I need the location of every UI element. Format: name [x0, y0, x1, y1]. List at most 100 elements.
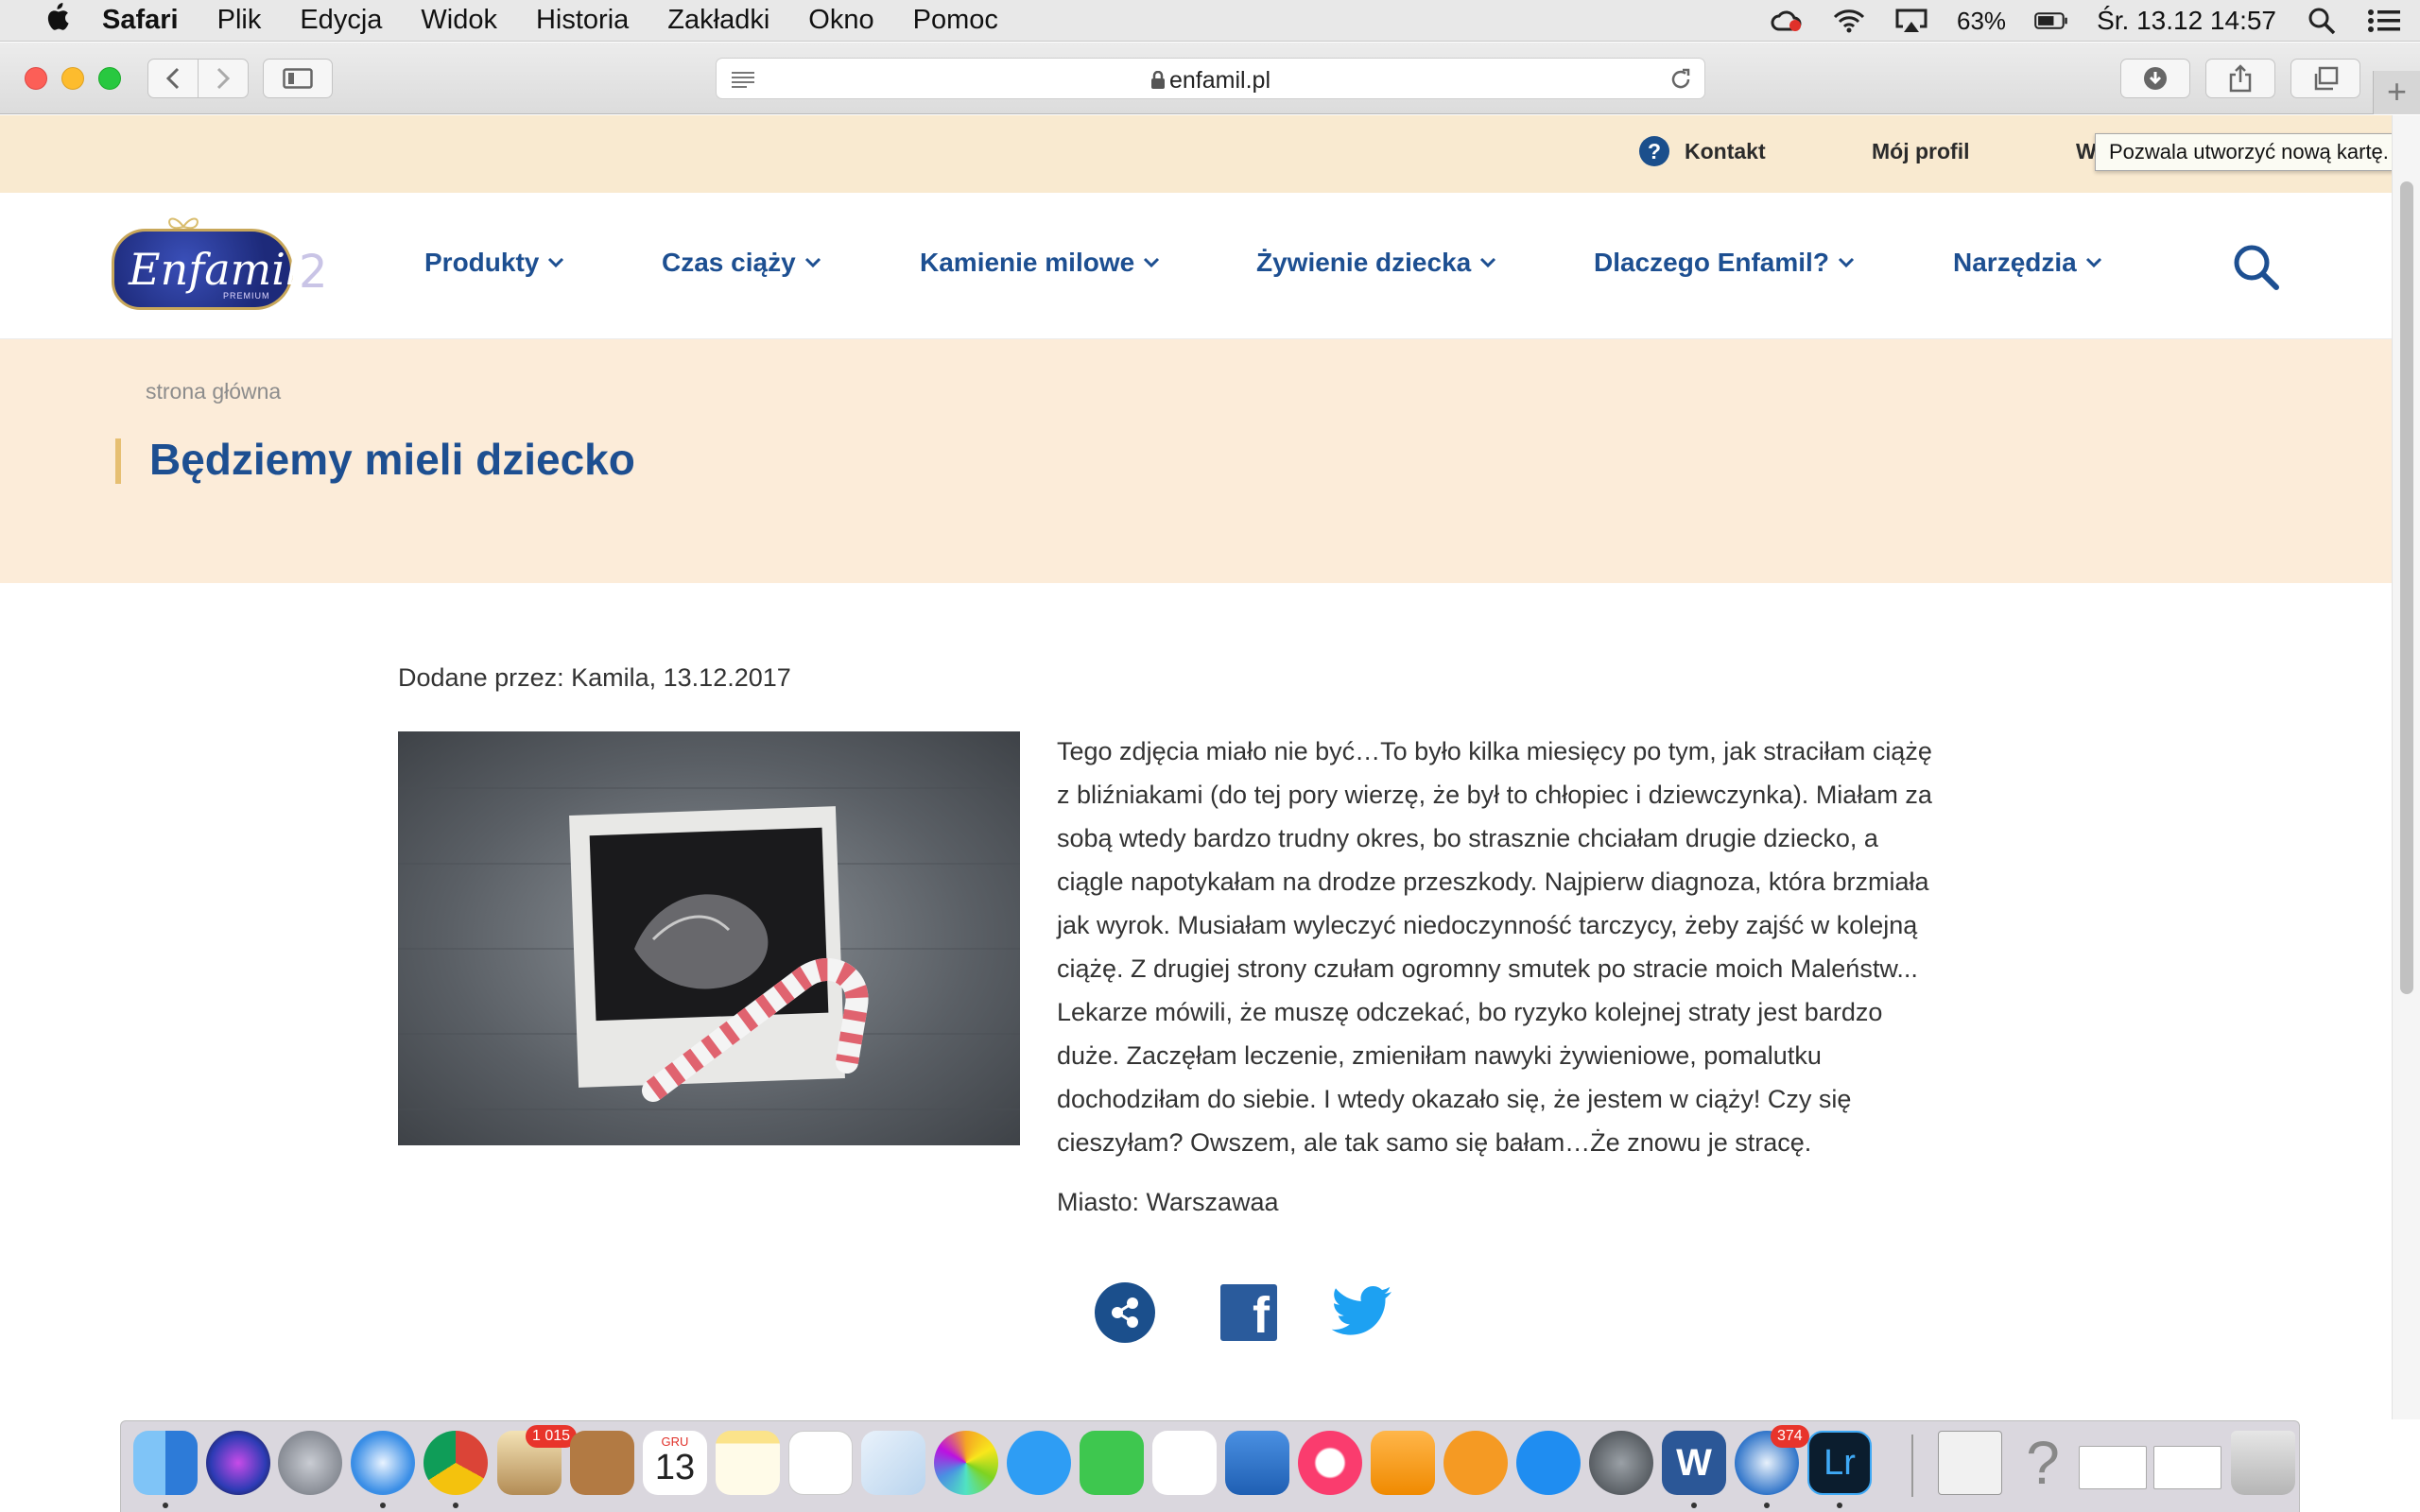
- story-line: cieszyłam? Owszem, ale tak samo się bała…: [1057, 1128, 1812, 1157]
- reminders-icon[interactable]: [788, 1431, 853, 1495]
- enfamil-logo[interactable]: Enfamil PREMIUM 2: [112, 217, 337, 310]
- breadcrumb-home[interactable]: strona główna: [146, 379, 281, 404]
- preview-icon[interactable]: [861, 1431, 925, 1495]
- lightroom-icon[interactable]: Lr: [1807, 1431, 1872, 1495]
- main-navigation: Enfamil PREMIUM 2 Produkty Czas ciąży Ka…: [0, 193, 2392, 339]
- tab-overview-button[interactable]: [2290, 59, 2360, 98]
- spotlight-search-icon[interactable]: [2305, 7, 2339, 35]
- facetime-icon[interactable]: [1080, 1431, 1144, 1495]
- document-stack-icon[interactable]: [1938, 1431, 2002, 1495]
- apple-menu-icon[interactable]: [38, 2, 76, 40]
- menu-help[interactable]: Pomoc: [913, 5, 998, 36]
- nav-products-label: Produkty: [424, 248, 540, 277]
- macos-dock: 1 015 GRU 13 W 374 Lr ?: [120, 1420, 2300, 1512]
- sidebar-toggle-button[interactable]: [263, 59, 333, 98]
- close-window-button[interactable]: [25, 67, 47, 90]
- minimized-window-thumbnail[interactable]: [2153, 1446, 2221, 1489]
- help-stack-icon[interactable]: ?: [2011, 1431, 2075, 1495]
- menu-bookmarks[interactable]: Zakładki: [667, 5, 769, 36]
- nav-pregnancy[interactable]: Czas ciąży: [662, 248, 822, 278]
- menu-app-name[interactable]: Safari: [102, 5, 179, 36]
- address-bar[interactable]: enfamil.pl: [716, 58, 1705, 99]
- chevron-left-icon: [165, 67, 180, 90]
- chrome-icon[interactable]: [424, 1431, 488, 1495]
- keynote-icon[interactable]: [1225, 1431, 1289, 1495]
- nav-milestones[interactable]: Kamienie milowe: [920, 248, 1161, 278]
- question-icon[interactable]: ?: [1639, 136, 1669, 166]
- calendar-icon[interactable]: GRU 13: [643, 1431, 707, 1495]
- menu-view[interactable]: Widok: [421, 5, 497, 36]
- tabs-icon: [2314, 66, 2339, 91]
- nav-products[interactable]: Produkty: [424, 248, 565, 278]
- nav-why-enfamil-label: Dlaczego Enfamil?: [1594, 248, 1829, 277]
- messages-icon[interactable]: [1007, 1431, 1071, 1495]
- story-line: sobą wtedy bardzo trudny okres, bo stras…: [1057, 824, 1878, 852]
- notes-icon[interactable]: [716, 1431, 780, 1495]
- nav-child-nutrition[interactable]: Żywienie dziecka: [1256, 248, 1497, 278]
- plus-icon: +: [2386, 72, 2408, 111]
- menu-window[interactable]: Okno: [808, 5, 873, 36]
- calendar-day: 13: [654, 1448, 696, 1487]
- logo-stage-number: 2: [299, 246, 328, 299]
- story-line: duże. Zaczęłam leczenie, zmieniłam nawyk…: [1057, 1041, 1822, 1070]
- zoom-window-button[interactable]: [98, 67, 121, 90]
- contacts-icon[interactable]: [570, 1431, 634, 1495]
- siri-icon[interactable]: [206, 1431, 270, 1495]
- page-scrollbar[interactable]: [2392, 115, 2420, 1419]
- pages-icon[interactable]: [1371, 1431, 1435, 1495]
- new-tab-button[interactable]: +: [2373, 71, 2420, 114]
- calendar-month: GRU: [661, 1435, 689, 1449]
- word-icon[interactable]: W: [1662, 1431, 1726, 1495]
- truncated-top-link[interactable]: W: [2076, 139, 2097, 164]
- facebook-share-button[interactable]: f: [1220, 1284, 1277, 1341]
- forward-button[interactable]: [198, 59, 249, 98]
- ultrasound-photo-illustration: [398, 787, 1020, 1110]
- chevron-right-icon: [216, 67, 231, 90]
- notification-center-icon[interactable]: [2367, 7, 2401, 35]
- menubar-status-area: 63% Śr. 13.12 14:57: [1770, 0, 2401, 42]
- lock-icon: [1151, 70, 1165, 89]
- system-preferences-icon[interactable]: [1589, 1431, 1653, 1495]
- twitter-icon[interactable]: [1331, 1284, 1393, 1341]
- finder-icon[interactable]: [133, 1431, 198, 1495]
- share-button[interactable]: [1095, 1282, 1155, 1343]
- menu-edit[interactable]: Edycja: [300, 5, 382, 36]
- creative-cloud-icon[interactable]: [1770, 7, 1804, 35]
- logo-premium-text: PREMIUM: [223, 291, 270, 301]
- battery-icon[interactable]: [2034, 7, 2068, 35]
- menubar-clock[interactable]: Śr. 13.12 14:57: [2097, 6, 2276, 36]
- back-button[interactable]: [147, 59, 199, 98]
- menu-history[interactable]: Historia: [536, 5, 629, 36]
- contact-link[interactable]: Kontakt: [1685, 139, 1766, 164]
- scrollbar-thumb[interactable]: [2400, 181, 2413, 994]
- reload-icon[interactable]: [1668, 67, 1693, 92]
- downloads-button[interactable]: [2120, 59, 2190, 98]
- launchpad-icon[interactable]: [278, 1431, 342, 1495]
- trash-icon[interactable]: [2231, 1431, 2295, 1495]
- chevron-down-icon: [1480, 257, 1496, 268]
- url-domain: enfamil.pl: [1169, 67, 1270, 94]
- numbers-icon[interactable]: [1152, 1431, 1217, 1495]
- thunderbird-badge: 374: [1771, 1425, 1809, 1448]
- safari-icon[interactable]: [351, 1431, 415, 1495]
- battery-percent: 63%: [1957, 6, 2007, 35]
- story-text: Tego zdjęcia miało nie być…To było kilka…: [1057, 730, 1979, 1164]
- nav-why-enfamil[interactable]: Dlaczego Enfamil?: [1594, 248, 1856, 278]
- itunes-icon[interactable]: [1298, 1431, 1362, 1495]
- search-icon[interactable]: [2231, 242, 2282, 293]
- running-indicator: [1691, 1503, 1697, 1508]
- app-store-icon[interactable]: [1516, 1431, 1581, 1495]
- story-line: dochodziłam do siebie. I wtedy okazało s…: [1057, 1085, 1852, 1113]
- share-page-button[interactable]: [2205, 59, 2275, 98]
- wifi-icon[interactable]: [1832, 7, 1866, 35]
- my-profile-link[interactable]: Mój profil: [1872, 139, 1969, 164]
- ibooks-icon[interactable]: [1443, 1431, 1508, 1495]
- airplay-icon[interactable]: [1894, 7, 1928, 35]
- running-indicator: [1764, 1503, 1770, 1508]
- menu-file[interactable]: Plik: [217, 5, 262, 36]
- minimized-window-thumbnail[interactable]: [2079, 1446, 2147, 1489]
- minimize-window-button[interactable]: [61, 67, 84, 90]
- photos-icon[interactable]: [934, 1431, 998, 1495]
- nav-tools[interactable]: Narzędzia: [1953, 248, 2103, 278]
- running-indicator: [453, 1503, 458, 1508]
